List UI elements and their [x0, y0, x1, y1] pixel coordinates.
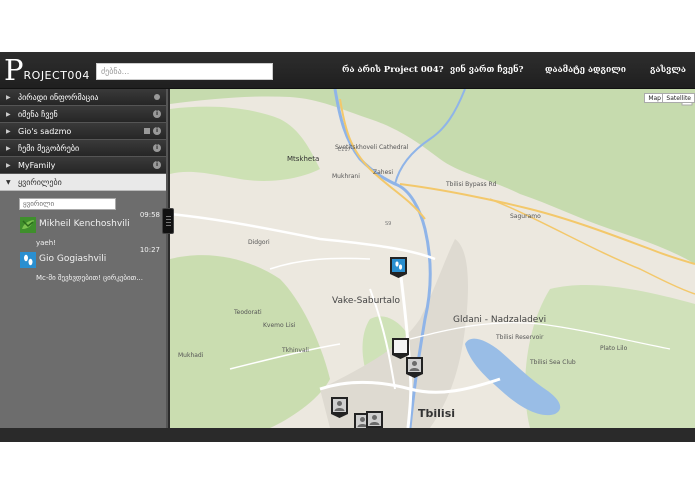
logo-initial: P [4, 53, 24, 87]
expand-triangle-icon: ▶ [6, 128, 11, 135]
map-label: Tbilisi Bypass Rd [446, 181, 497, 188]
sidebar-item-label: პირადი ინფორმაცია [18, 93, 99, 102]
trash-icon[interactable] [144, 128, 150, 134]
sidebar-item-shouts[interactable]: ▼ ყვირილები [0, 174, 166, 191]
map-label: Teodorati [234, 309, 262, 316]
footer-bar [0, 428, 695, 442]
friend-name: Mikheil Kenchoshvili [39, 219, 130, 229]
sidebar-item-myfamily[interactable]: ▶ MyFamily i [0, 157, 166, 174]
nav-who-we-are[interactable]: ვინ ვართ ჩვენ? [450, 65, 524, 75]
message-text: Mc-მი შევხვდებით! ცირკებით... [36, 274, 143, 282]
sidebar-item-label: Gio's sadzmo [18, 127, 72, 136]
avatar [20, 217, 36, 233]
sidebar-resize-handle[interactable] [162, 208, 174, 234]
info-icon[interactable]: i [153, 144, 161, 152]
sidebar-item-label: MyFamily [18, 161, 56, 170]
map-label: E117 [338, 147, 351, 153]
sidebar-item-personal-info[interactable]: ▶ პირადი ინფორმაცია [0, 89, 166, 106]
sidebar-item-group-1[interactable]: ▶ იმენა ჩვენ i [0, 106, 166, 123]
user-map-marker[interactable] [366, 411, 383, 428]
top-header: PROJECT004 რა არის Project 004? ვინ ვართ… [0, 52, 695, 89]
map-type-satellite-button[interactable]: Satellite [662, 93, 695, 103]
info-icon[interactable]: i [153, 127, 161, 135]
info-icon[interactable]: i [153, 161, 161, 169]
map-view[interactable]: Map Satellite Mtskheta Svetitskhoveli Ca… [170, 89, 695, 428]
map-label: Plato Lilo [600, 345, 628, 352]
footprints-icon [20, 252, 36, 268]
timestamp: 09:58 [139, 211, 160, 219]
map-label: Mukhrani [332, 173, 360, 180]
expand-triangle-icon: ▶ [6, 94, 11, 101]
expand-triangle-icon: ▶ [6, 162, 11, 169]
map-label: S9 [385, 221, 392, 227]
search-input[interactable] [96, 63, 273, 80]
sidebar: ▶ პირადი ინფორმაცია ▶ იმენა ჩვენ i ▶ Gio… [0, 89, 168, 433]
expand-triangle-icon: ▶ [6, 111, 11, 118]
map-label: Vake-Saburtalo [332, 296, 401, 306]
sidebar-item-label: იმენა ჩვენ [18, 110, 58, 119]
nav-logout[interactable]: გასვლა [650, 65, 686, 75]
map-label: Tbilisi Reservoir [496, 334, 544, 341]
settings-dot-icon[interactable] [154, 94, 160, 100]
sidebar-item-gios-sadzmo[interactable]: ▶ Gio's sadzmo i [0, 123, 166, 140]
app-window: PROJECT004 რა არის Project 004? ვინ ვართ… [0, 52, 695, 442]
nav-about-project[interactable]: რა არის Project 004? [342, 65, 444, 75]
map-label: Tbilisi Sea Club [530, 359, 576, 366]
empty-map-marker[interactable] [392, 338, 409, 359]
map-label: Zahesi [373, 169, 394, 176]
collapse-triangle-icon: ▼ [6, 179, 11, 186]
nav-add-place[interactable]: დაამატე ადგილი [545, 65, 626, 75]
timestamp: 10:27 [139, 246, 160, 254]
map-canvas [170, 89, 695, 428]
sidebar-item-label: ყვირილები [18, 178, 62, 187]
map-label: Saguramo [510, 213, 541, 220]
expand-triangle-icon: ▶ [6, 145, 11, 152]
user-map-marker[interactable] [406, 357, 423, 378]
map-label: Didgori [248, 239, 270, 246]
message-text: yaeh! [36, 239, 56, 247]
map-label: Mukhadi [178, 352, 204, 359]
footprints-map-marker[interactable] [390, 257, 407, 278]
shouts-panel: Mikheil Kenchoshvili 09:58 yaeh! Gio Gog… [0, 191, 166, 433]
sidebar-item-label: ჩემი მეგობრები [18, 144, 80, 153]
logo-text: ROJECT004 [23, 69, 90, 82]
shout-input[interactable] [19, 198, 116, 210]
map-label: Tkhinvali [282, 347, 309, 354]
user-map-marker[interactable] [331, 397, 348, 418]
logo[interactable]: PROJECT004 [4, 55, 90, 87]
map-label: Tbilisi [418, 407, 456, 420]
map-label: Mtskheta [287, 155, 320, 163]
map-label: Gldani - Nadzaladevi [453, 315, 547, 325]
friend-name: Gio Gogiashvili [39, 254, 107, 264]
sidebar-item-my-friends[interactable]: ▶ ჩემი მეგობრები i [0, 140, 166, 157]
map-label: Kvemo Lisi [263, 322, 296, 329]
info-icon[interactable]: i [153, 110, 161, 118]
